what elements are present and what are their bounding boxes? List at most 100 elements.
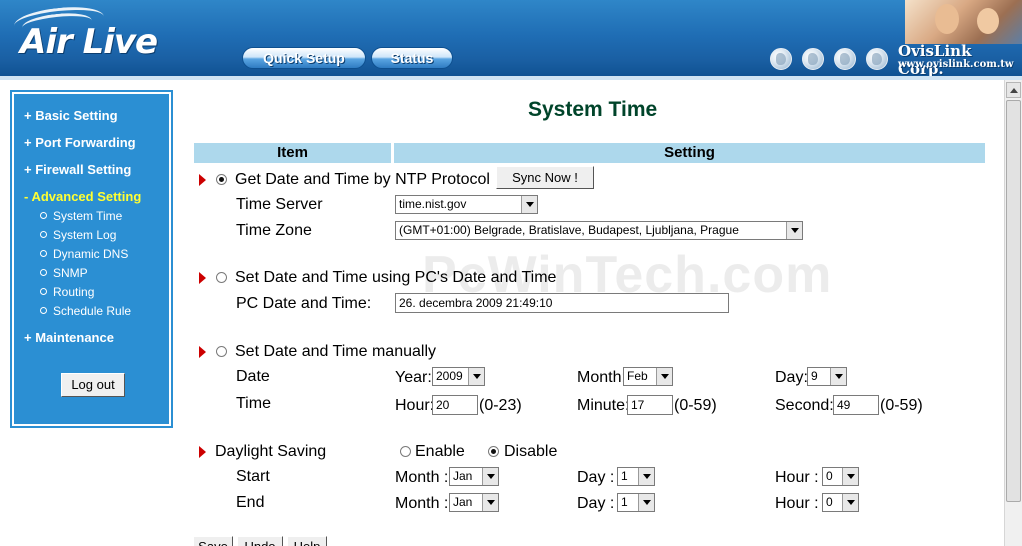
dst-end-day-label: Day :: [577, 495, 615, 512]
second-label: Second:: [775, 397, 834, 414]
red-arrow-icon: [199, 446, 206, 458]
minute-range: (0-59): [674, 397, 717, 414]
minute-field[interactable]: 17: [627, 395, 673, 415]
year-label: Year:: [395, 369, 432, 386]
month-select[interactable]: Feb: [623, 367, 673, 386]
hour-label: Hour:: [395, 397, 435, 414]
bullet-icon: [40, 212, 47, 219]
page-title: System Time: [528, 98, 658, 121]
dst-start-hour-select[interactable]: 0: [822, 467, 859, 486]
scrollbar-thumb[interactable]: [1006, 100, 1021, 502]
nav-sub-schedule-rule[interactable]: Schedule Rule: [40, 304, 131, 318]
scroll-up-icon[interactable]: [1006, 82, 1021, 98]
date-label: Date: [236, 368, 270, 385]
pc-time-radio[interactable]: [216, 272, 227, 283]
dst-start-hour-label: Hour :: [775, 469, 819, 486]
year-select[interactable]: 2009: [432, 367, 485, 386]
chevron-down-icon[interactable]: [786, 222, 802, 239]
nav-sub-routing[interactable]: Routing: [40, 285, 94, 299]
dst-end-label: End: [236, 494, 265, 511]
month-label: Month:: [577, 369, 626, 386]
red-arrow-icon: [199, 272, 206, 284]
dst-end-hour-select[interactable]: 0: [822, 493, 859, 512]
time-zone-select[interactable]: (GMT+01:00) Belgrade, Bratislave, Budape…: [395, 221, 803, 240]
nav-port-forwarding[interactable]: + Port Forwarding: [24, 135, 136, 150]
nav-firewall-setting[interactable]: + Firewall Setting: [24, 162, 131, 177]
hour-range: (0-23): [479, 397, 522, 414]
dst-disable-label: Disable: [504, 443, 558, 460]
red-arrow-icon: [199, 346, 206, 358]
nav-advanced-setting[interactable]: - Advanced Setting: [24, 189, 141, 204]
vertical-scrollbar[interactable]: [1004, 80, 1022, 546]
dst-enable-label: Enable: [415, 443, 465, 460]
quick-setup-button[interactable]: Quick Setup: [242, 47, 366, 69]
family-photo: [905, 0, 1022, 44]
chevron-down-icon[interactable]: [638, 494, 654, 511]
manual-time-radio[interactable]: [216, 346, 227, 357]
chevron-down-icon[interactable]: [468, 368, 484, 385]
globe-icon: [770, 48, 792, 70]
undo-button[interactable]: Undo: [237, 536, 283, 546]
chevron-down-icon[interactable]: [482, 494, 498, 511]
day-label: Day:: [775, 369, 808, 386]
bullet-icon: [40, 231, 47, 238]
ntp-radio[interactable]: [216, 174, 227, 185]
globe-icon: [802, 48, 824, 70]
pc-time-label: Set Date and Time using PC's Date and Ti…: [235, 269, 557, 286]
nav-sub-snmp[interactable]: SNMP: [40, 266, 88, 280]
nav-sub-dynamic-dns[interactable]: Dynamic DNS: [40, 247, 128, 261]
dst-start-month-select[interactable]: Jan: [449, 467, 499, 486]
main-content: System Time Item Setting PcWinTech.com G…: [182, 80, 1004, 546]
dst-enable-radio[interactable]: [400, 446, 411, 457]
sync-now-button[interactable]: Sync Now !: [496, 166, 594, 189]
sidebar-nav: + Basic Setting + Port Forwarding + Fire…: [10, 90, 173, 428]
airlive-logo: Air Live: [20, 22, 158, 62]
dst-end-month-select[interactable]: Jan: [449, 493, 499, 512]
column-header-setting: Setting: [394, 143, 985, 163]
bullet-icon: [40, 250, 47, 257]
time-server-select[interactable]: time.nist.gov: [395, 195, 538, 214]
globe-icon: [866, 48, 888, 70]
dst-end-day-select[interactable]: 1: [617, 493, 655, 512]
column-header-item: Item: [194, 143, 391, 163]
bullet-icon: [40, 307, 47, 314]
logout-button[interactable]: Log out: [61, 373, 125, 397]
pc-date-time-label: PC Date and Time:: [236, 295, 372, 312]
chevron-down-icon[interactable]: [638, 468, 654, 485]
globe-icon: [834, 48, 856, 70]
dst-start-month-label: Month :: [395, 469, 449, 486]
chevron-down-icon[interactable]: [521, 196, 537, 213]
dst-start-day-label: Day :: [577, 469, 615, 486]
dst-end-month-label: Month :: [395, 495, 449, 512]
nav-sub-system-log[interactable]: System Log: [40, 228, 116, 242]
time-zone-label: Time Zone: [236, 222, 312, 239]
manual-time-label: Set Date and Time manually: [235, 343, 436, 360]
nav-sub-system-time[interactable]: System Time: [40, 209, 122, 223]
second-field[interactable]: 49: [833, 395, 879, 415]
bullet-icon: [40, 269, 47, 276]
pc-date-time-field[interactable]: 26. decembra 2009 21:49:10: [395, 293, 729, 313]
hour-field[interactable]: 20: [432, 395, 478, 415]
nav-maintenance[interactable]: + Maintenance: [24, 330, 114, 345]
chevron-down-icon[interactable]: [830, 368, 846, 385]
save-button[interactable]: Save: [193, 536, 233, 546]
chevron-down-icon[interactable]: [842, 494, 858, 511]
header-banner: Air Live Quick Setup Status OvisLink Cor…: [0, 0, 1022, 80]
help-button[interactable]: Help: [287, 536, 327, 546]
day-select[interactable]: 9: [807, 367, 847, 386]
ntp-label: Get Date and Time by NTP Protocol: [235, 171, 490, 188]
chevron-down-icon[interactable]: [656, 368, 672, 385]
nav-basic-setting[interactable]: + Basic Setting: [24, 108, 118, 123]
chevron-down-icon[interactable]: [842, 468, 858, 485]
time-server-label: Time Server: [236, 196, 323, 213]
status-button[interactable]: Status: [371, 47, 453, 69]
dst-start-day-select[interactable]: 1: [617, 467, 655, 486]
minute-label: Minute:: [577, 397, 630, 414]
dst-start-label: Start: [236, 468, 270, 485]
daylight-saving-label: Daylight Saving: [215, 443, 327, 460]
dst-end-hour-label: Hour :: [775, 495, 819, 512]
time-label: Time: [236, 395, 271, 412]
dst-disable-radio[interactable]: [488, 446, 499, 457]
bullet-icon: [40, 288, 47, 295]
chevron-down-icon[interactable]: [482, 468, 498, 485]
